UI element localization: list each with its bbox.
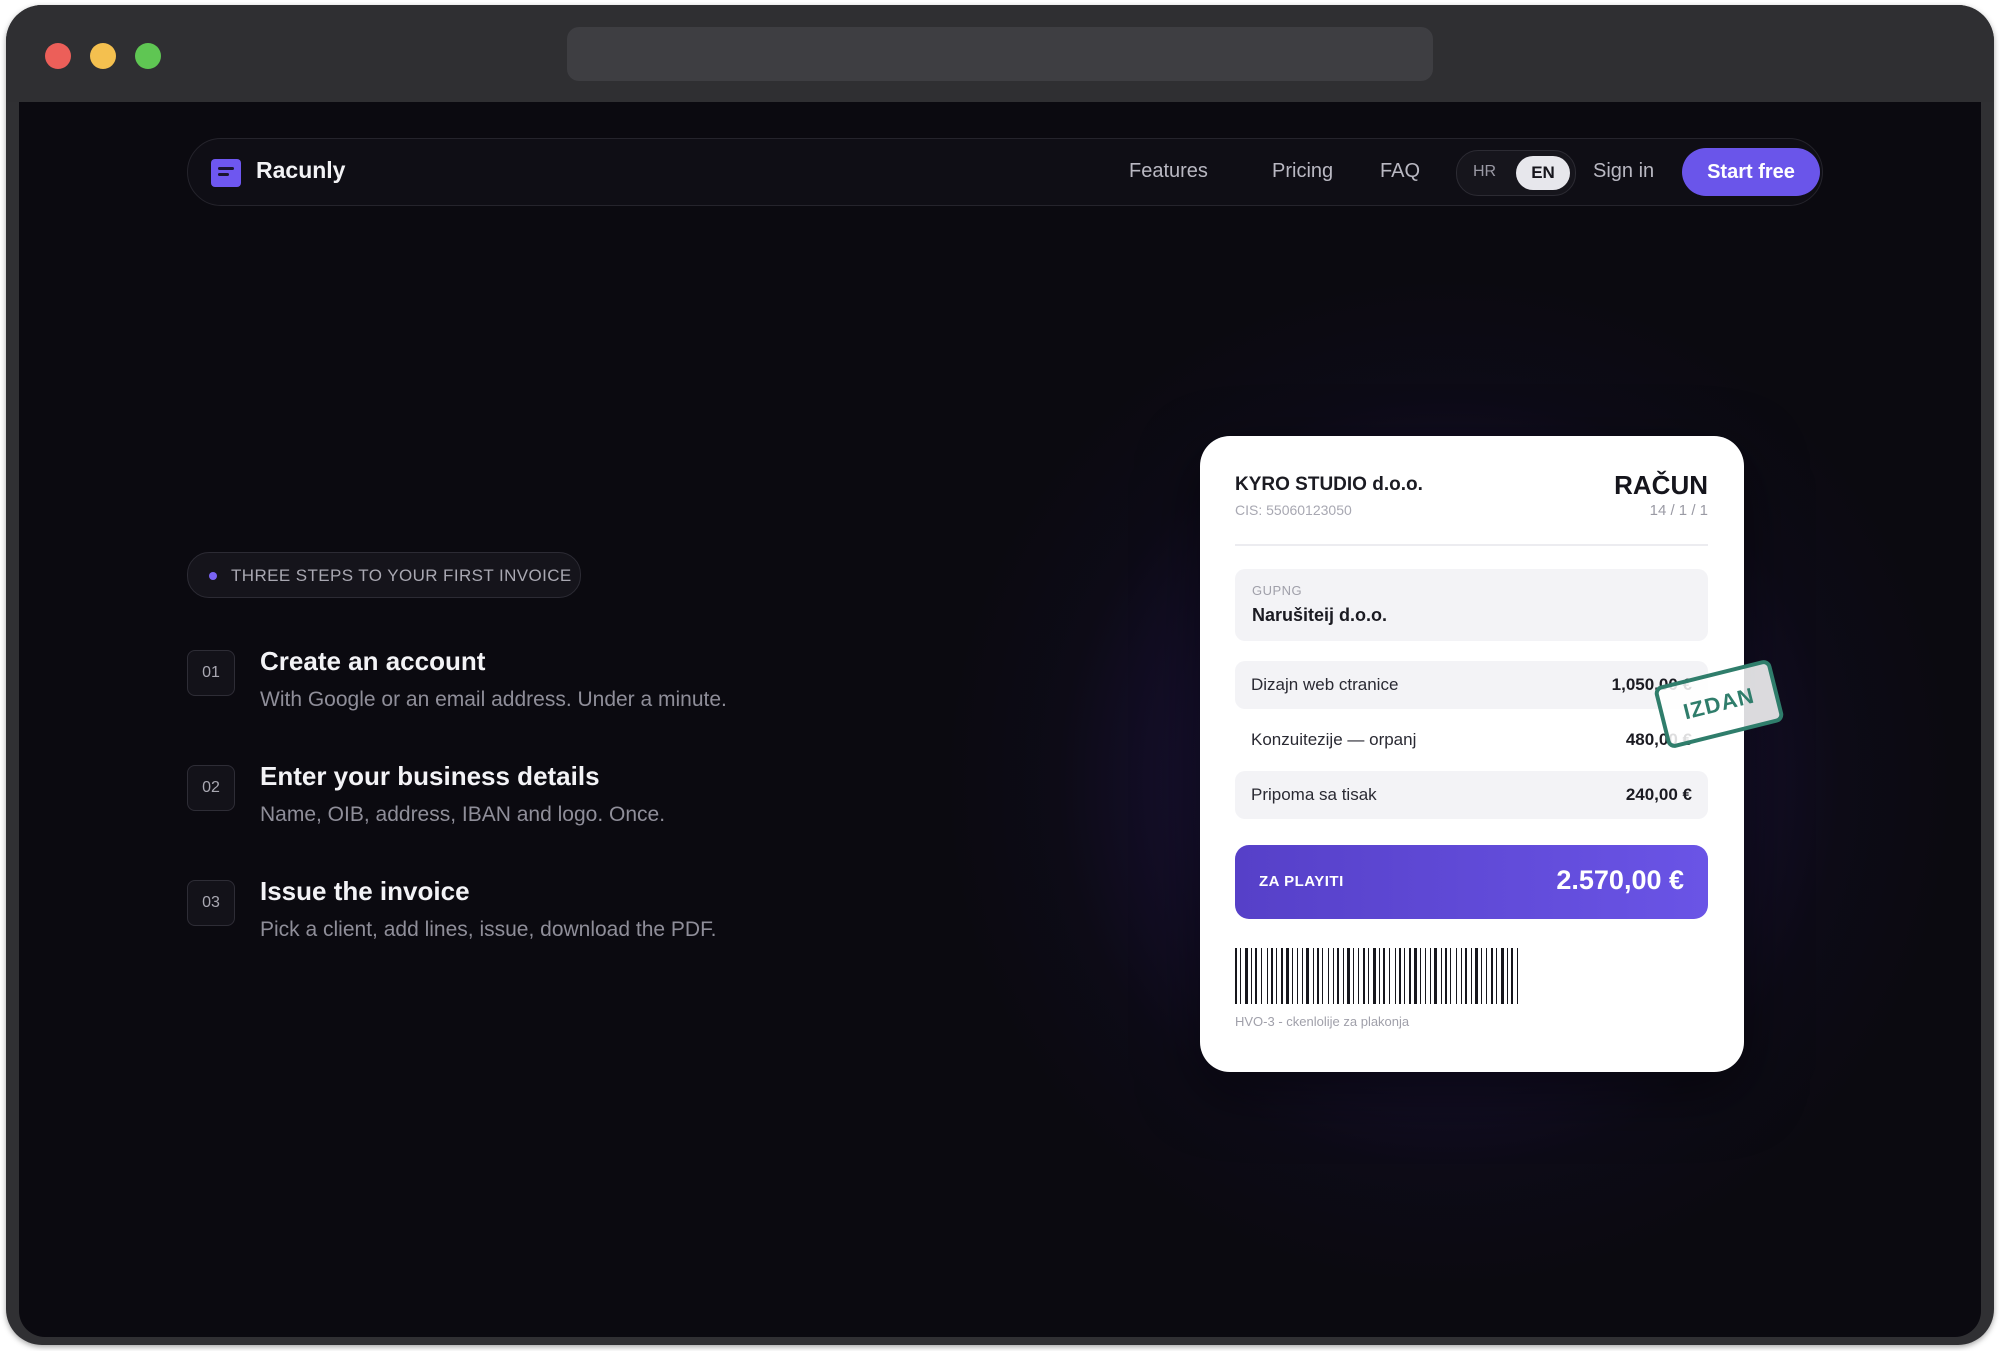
start-free-button[interactable]: Start free [1682,148,1820,196]
nav-link-faq[interactable]: FAQ [1380,160,1420,183]
steps-badge: THREE STEPS TO YOUR FIRST INVOICE [187,552,581,598]
nav-link-features[interactable]: Features [1129,160,1208,183]
invoice-line: Pripoma sa tisak 240,00 € [1235,771,1708,819]
step-title: Issue the invoice [260,876,470,906]
badge-dot-icon [209,572,217,580]
window-titlebar [6,5,1994,102]
invoice-title: RAČUN [1614,470,1708,500]
top-navbar: Racunly Features Pricing FAQ HR EN Sign … [187,138,1823,206]
badge-label: THREE STEPS TO YOUR FIRST INVOICE [231,566,572,585]
invoice-line: Konzuitezije — orpanj 480,00 € [1235,716,1708,764]
total-amount: 2.570,00 € [1556,865,1684,895]
line-amount: 240,00 € [1625,785,1692,804]
lang-option-hr[interactable]: HR [1473,163,1496,181]
barcode-icon [1235,948,1518,1004]
step-title: Enter your business details [260,761,600,791]
step-description: Name, OIB, address, IBAN and logo. Once. [260,803,666,826]
invoice-preview-card: KYRO STUDIO d.o.o. CIS: 55060123050 RAČU… [1200,436,1744,1072]
step-number: 01 [187,650,235,696]
step-item: 03 Issue the invoice Pick a client, add … [187,876,887,960]
receipt-logo-icon[interactable] [211,159,241,187]
nav-link-pricing[interactable]: Pricing [1272,160,1333,183]
minimize-window-button[interactable] [90,43,116,69]
invoice-client-box: GUPNG Narušiteij d.o.o. [1235,569,1708,641]
page-viewport: Racunly Features Pricing FAQ HR EN Sign … [19,102,1981,1337]
browser-window: Racunly Features Pricing FAQ HR EN Sign … [6,5,1994,1345]
invoice-company-name: KYRO STUDIO d.o.o. [1235,474,1423,495]
close-window-button[interactable] [45,43,71,69]
address-bar[interactable] [567,27,1433,81]
line-description: Dizajn web ctranice [1251,675,1399,694]
client-label: GUPNG [1252,583,1303,598]
step-number: 03 [187,880,235,926]
brand-name[interactable]: Racunly [256,157,345,184]
invoice-cis: CIS: 55060123050 [1235,502,1352,518]
maximize-window-button[interactable] [135,43,161,69]
lang-option-en[interactable]: EN [1516,156,1570,190]
sign-in-link[interactable]: Sign in [1593,160,1654,183]
step-title: Create an account [260,646,486,676]
step-description: With Google or an email address. Under a… [260,688,727,711]
invoice-total-bar: ZA PLAYITI 2.570,00 € [1235,845,1708,919]
step-item: 02 Enter your business details Name, OIB… [187,761,887,845]
total-label: ZA PLAYITI [1259,873,1344,890]
invoice-number: 14 / 1 / 1 [1649,502,1708,519]
line-description: Pripoma sa tisak [1251,785,1377,804]
invoice-line: Dizajn web ctranice 1,050,00 € [1235,661,1708,709]
barcode-caption: HVO-3 - ckenlolije za plakonja [1235,1014,1410,1029]
step-item: 01 Create an account With Google or an e… [187,646,887,730]
line-description: Konzuitezije — orpanj [1251,730,1417,749]
invoice-divider [1235,544,1708,546]
client-name: Narušiteij d.o.o. [1252,605,1388,625]
language-toggle: HR EN [1456,150,1576,196]
step-number: 02 [187,765,235,811]
step-description: Pick a client, add lines, issue, downloa… [260,918,717,941]
